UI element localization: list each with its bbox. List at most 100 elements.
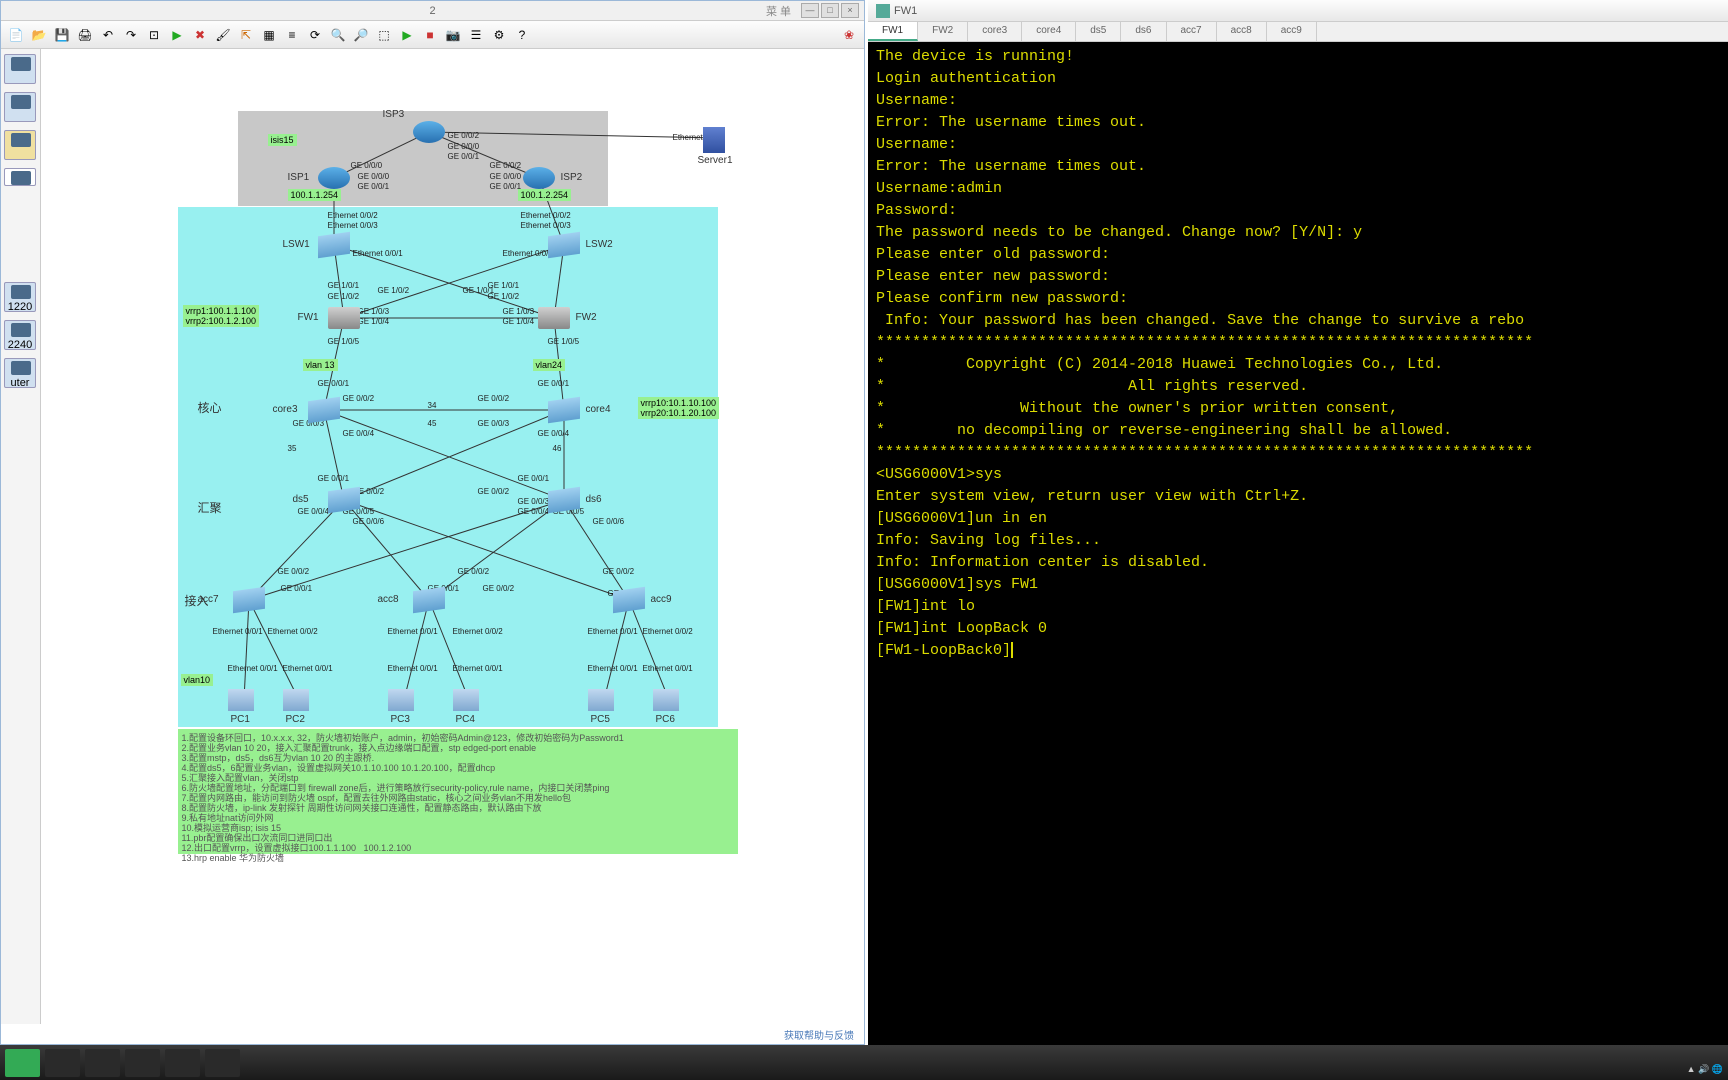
device-core4[interactable] — [548, 397, 580, 423]
port-label: GE 0/0/4 — [538, 429, 570, 438]
refresh-icon[interactable]: ⟳ — [305, 25, 325, 45]
terminal-tab-FW2[interactable]: FW2 — [918, 22, 968, 41]
device-pc3[interactable] — [388, 689, 414, 711]
terminal-line: * All rights reserved. — [876, 376, 1720, 398]
port-label: GE 0/0/3 — [478, 419, 510, 428]
redo-icon[interactable]: ↷ — [121, 25, 141, 45]
terminal-line: * Without the owner's prior written cons… — [876, 398, 1720, 420]
maximize-button[interactable]: □ — [821, 3, 839, 18]
palette-flag-icon[interactable] — [4, 130, 36, 160]
device-lsw2[interactable] — [548, 232, 580, 258]
capture-icon[interactable]: 📷 — [443, 25, 463, 45]
save-icon[interactable]: 💾 — [52, 25, 72, 45]
system-tray[interactable]: ▲ 🔊 🌐 — [1687, 1064, 1723, 1075]
terminal-tab-ds6[interactable]: ds6 — [1121, 22, 1166, 41]
device-ds5[interactable] — [328, 487, 360, 513]
device-label: acc7 — [198, 594, 219, 605]
port-label: GE 1/0/5 — [548, 337, 580, 346]
zoom-out-icon[interactable]: 🔎 — [351, 25, 371, 45]
device-pc2[interactable] — [283, 689, 309, 711]
port-label: GE 0/0/2 — [278, 567, 310, 576]
taskview-icon[interactable] — [125, 1049, 160, 1077]
port-label: GE 0/0/2 — [490, 161, 522, 170]
terminal-line: Please enter new password: — [876, 266, 1720, 288]
menu-dropdown[interactable]: 菜 单 — [766, 3, 791, 19]
palette-arrow-icon[interactable]: → — [4, 168, 36, 186]
palette-device[interactable]: 1220 — [4, 282, 36, 312]
device-pc4[interactable] — [453, 689, 479, 711]
stop-icon[interactable]: ■ — [420, 25, 440, 45]
palette-device[interactable]: uter — [4, 358, 36, 388]
device-core3[interactable] — [308, 397, 340, 423]
port-label: GE 0/0/2 — [483, 584, 515, 593]
help-feedback-link[interactable]: 获取帮助与反馈 — [784, 1027, 854, 1042]
run-icon[interactable]: ▶ — [397, 25, 417, 45]
device-pc1[interactable] — [228, 689, 254, 711]
terminal-icon — [876, 4, 890, 18]
port-label: 46 — [553, 444, 562, 453]
brush-icon[interactable]: 🖌 — [213, 25, 233, 45]
terminal-tab-core3[interactable]: core3 — [968, 22, 1022, 41]
device-lsw1[interactable] — [318, 232, 350, 258]
app-icon[interactable] — [165, 1049, 200, 1077]
export-icon[interactable]: ⇱ — [236, 25, 256, 45]
terminal-line: [USG6000V1]sys FW1 — [876, 574, 1720, 596]
open-icon[interactable]: 📂 — [29, 25, 49, 45]
port-label: GE 0/0/2 — [478, 394, 510, 403]
device-isp3[interactable] — [413, 121, 445, 143]
note-vlan24: vlan24 — [533, 359, 566, 371]
explorer-icon[interactable] — [85, 1049, 120, 1077]
layers-icon[interactable]: ☰ — [466, 25, 486, 45]
terminal-line: The password needs to be changed. Change… — [876, 222, 1720, 244]
note-vrrp-core: vrrp10:10.1.10.100 vrrp20:10.1.20.100 — [638, 397, 720, 419]
close-button[interactable]: × — [841, 3, 859, 18]
device-acc7[interactable] — [233, 587, 265, 613]
device-ds6[interactable] — [548, 487, 580, 513]
device-isp1[interactable] — [318, 167, 350, 189]
row-label-core: 核心 — [198, 399, 222, 416]
play-icon[interactable]: ▶ — [167, 25, 187, 45]
device-isp2[interactable] — [523, 167, 555, 189]
port-label: GE 0/0/2 — [458, 567, 490, 576]
zoom-in-icon[interactable]: 🔍 — [328, 25, 348, 45]
note-ip1: 100.1.1.254 — [288, 189, 342, 201]
delete-icon[interactable]: ✖ — [190, 25, 210, 45]
note-ip2: 100.1.2.254 — [518, 189, 572, 201]
terminal-body[interactable]: The device is running!Login authenticati… — [868, 42, 1728, 1045]
help-icon[interactable]: ? — [512, 25, 532, 45]
port-label: Ethernet 0/0/2 — [328, 211, 378, 220]
chrome-icon[interactable] — [45, 1049, 80, 1077]
device-fw1[interactable] — [328, 307, 360, 329]
terminal-tab-core4[interactable]: core4 — [1022, 22, 1076, 41]
port-label: Ethernet 0/0/1 — [353, 249, 403, 258]
start-button[interactable] — [5, 1049, 40, 1077]
zoom-fit-icon[interactable]: ⊡ — [144, 25, 164, 45]
palette-device[interactable] — [4, 54, 36, 84]
topology-canvas[interactable]: 1.配置设备环回口，10.x.x.x, 32，防火墙初始账户，admin，初始密… — [41, 49, 864, 1024]
device-acc9[interactable] — [613, 587, 645, 613]
terminal-tab-ds5[interactable]: ds5 — [1076, 22, 1121, 41]
grid-icon[interactable]: ▦ — [259, 25, 279, 45]
device-server1[interactable] — [703, 127, 725, 153]
settings-icon[interactable]: ⚙ — [489, 25, 509, 45]
minimize-button[interactable]: — — [801, 3, 819, 18]
device-pc6[interactable] — [653, 689, 679, 711]
print-icon[interactable]: 🖨 — [75, 25, 95, 45]
palette-device[interactable]: 2240 — [4, 320, 36, 350]
device-fw2[interactable] — [538, 307, 570, 329]
terminal-tab-acc8[interactable]: acc8 — [1217, 22, 1267, 41]
huawei-logo-icon: ❀ — [839, 25, 859, 45]
device-acc8[interactable] — [413, 587, 445, 613]
terminal-tab-FW1[interactable]: FW1 — [868, 22, 918, 41]
undo-icon[interactable]: ↶ — [98, 25, 118, 45]
device-pc5[interactable] — [588, 689, 614, 711]
app-icon[interactable] — [205, 1049, 240, 1077]
terminal-tab-acc7[interactable]: acc7 — [1167, 22, 1217, 41]
align-icon[interactable]: ≡ — [282, 25, 302, 45]
terminal-tab-acc9[interactable]: acc9 — [1267, 22, 1317, 41]
port-label: 45 — [428, 419, 437, 428]
select-icon[interactable]: ⬚ — [374, 25, 394, 45]
palette-device[interactable] — [4, 92, 36, 122]
device-label: acc8 — [378, 594, 399, 605]
new-icon[interactable]: 📄 — [6, 25, 26, 45]
